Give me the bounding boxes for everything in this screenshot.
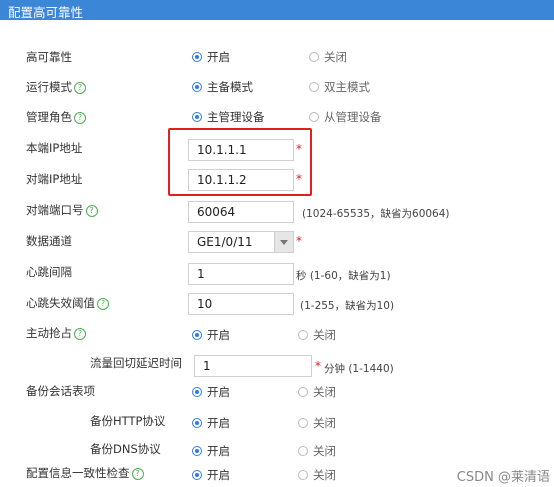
- role-slave-radio[interactable]: 从管理设备: [309, 109, 382, 125]
- help-icon[interactable]: ?: [74, 82, 86, 94]
- peer-ip-label: 对端IP地址: [26, 172, 83, 186]
- peer-ip-input[interactable]: 10.1.1.2: [188, 169, 294, 191]
- backup-session-label: 备份会话表项: [26, 384, 95, 398]
- hb-threshold-input[interactable]: 10: [188, 293, 294, 315]
- backup-http-off-radio[interactable]: 关闭: [298, 415, 336, 431]
- radio-unchecked-icon: [298, 446, 308, 456]
- help-icon[interactable]: ?: [74, 328, 86, 340]
- backup-dns-off-radio[interactable]: 关闭: [298, 443, 336, 459]
- help-icon[interactable]: ?: [85, 205, 98, 217]
- required-mark: *: [296, 142, 302, 156]
- role-master-radio[interactable]: 主管理设备: [192, 109, 265, 125]
- ha-label: 高可靠性: [26, 50, 72, 64]
- radio-checked-icon: [192, 82, 202, 92]
- heartbeat-input[interactable]: 1: [188, 263, 294, 285]
- radio-unchecked-icon: [309, 112, 319, 122]
- chevron-down-icon[interactable]: [274, 232, 293, 252]
- row-backup-session: 备份会话表项 开启 关闭: [0, 380, 554, 404]
- radio-checked-icon: [192, 330, 202, 340]
- local-ip-label: 本端IP地址: [26, 141, 83, 155]
- radio-checked-icon: [192, 470, 202, 480]
- radio-unchecked-icon: [309, 82, 319, 92]
- channel-select[interactable]: GE1/0/11: [188, 231, 294, 253]
- radio-unchecked-icon: [298, 470, 308, 480]
- radio-checked-icon: [192, 52, 202, 62]
- row-mode: 运行模式? 主备模式 双主模式: [0, 76, 554, 100]
- peer-port-label: 对端端口号?: [26, 202, 98, 218]
- required-mark: *: [315, 359, 321, 373]
- switchback-label: 流量回切延迟时间: [90, 356, 182, 370]
- radio-checked-icon: [192, 418, 202, 428]
- peer-port-hint: (1024-65535，缺省为60064): [302, 208, 450, 220]
- channel-value: GE1/0/11: [197, 235, 253, 249]
- row-role: 管理角色? 主管理设备 从管理设备: [0, 106, 554, 130]
- radio-unchecked-icon: [298, 330, 308, 340]
- watermark: CSDN @莱清语: [456, 470, 550, 485]
- heartbeat-hint: 秒 (1-60，缺省为1): [296, 270, 391, 282]
- ha-off-radio[interactable]: 关闭: [309, 49, 347, 65]
- radio-unchecked-icon: [298, 418, 308, 428]
- channel-label: 数据通道: [26, 234, 72, 248]
- consistency-off-radio[interactable]: 关闭: [298, 467, 336, 483]
- preempt-off-radio[interactable]: 关闭: [298, 327, 336, 343]
- radio-checked-icon: [192, 446, 202, 456]
- help-icon[interactable]: ?: [97, 298, 109, 310]
- backup-http-label: 备份HTTP协议: [90, 414, 166, 428]
- row-backup-http: 备份HTTP协议 开启 关闭: [0, 410, 554, 434]
- required-mark: *: [296, 234, 302, 248]
- mode-active-standby-radio[interactable]: 主备模式: [192, 79, 253, 95]
- help-icon[interactable]: ?: [74, 112, 86, 124]
- required-mark: *: [296, 172, 302, 186]
- row-ha: 高可靠性 开启 关闭: [0, 46, 554, 70]
- switchback-input[interactable]: 1: [194, 355, 312, 377]
- peer-port-input[interactable]: 60064: [188, 201, 294, 223]
- backup-session-on-radio[interactable]: 开启: [192, 384, 230, 400]
- mode-label: 运行模式?: [26, 79, 86, 95]
- ha-on-radio[interactable]: 开启: [192, 49, 230, 65]
- page-title: 配置高可靠性: [8, 5, 84, 20]
- title-bar: 配置高可靠性: [0, 0, 554, 20]
- hb-threshold-hint: (1-255，缺省为10): [300, 300, 395, 312]
- backup-dns-on-radio[interactable]: 开启: [192, 443, 230, 459]
- backup-session-off-radio[interactable]: 关闭: [298, 384, 336, 400]
- radio-unchecked-icon: [298, 387, 308, 397]
- consistency-on-radio[interactable]: 开启: [192, 467, 230, 483]
- switchback-hint: 分钟 (1-1440): [324, 363, 394, 375]
- radio-checked-icon: [192, 112, 202, 122]
- local-ip-input[interactable]: 10.1.1.1: [188, 139, 294, 161]
- hb-threshold-label: 心跳失效阈值?: [26, 295, 109, 311]
- radio-checked-icon: [192, 387, 202, 397]
- heartbeat-label: 心跳间隔: [26, 265, 72, 279]
- preempt-on-radio[interactable]: 开启: [192, 327, 230, 343]
- consistency-label: 配置信息一致性检查?: [26, 465, 144, 481]
- role-label: 管理角色?: [26, 109, 86, 125]
- mode-dual-active-radio[interactable]: 双主模式: [309, 79, 370, 95]
- backup-http-on-radio[interactable]: 开启: [192, 415, 230, 431]
- row-backup-dns: 备份DNS协议 开启 关闭: [0, 438, 554, 462]
- backup-dns-label: 备份DNS协议: [90, 442, 161, 456]
- row-preempt: 主动抢占? 开启 关闭: [0, 322, 554, 346]
- preempt-label: 主动抢占?: [26, 325, 86, 341]
- help-icon[interactable]: ?: [131, 468, 144, 480]
- radio-unchecked-icon: [309, 52, 319, 62]
